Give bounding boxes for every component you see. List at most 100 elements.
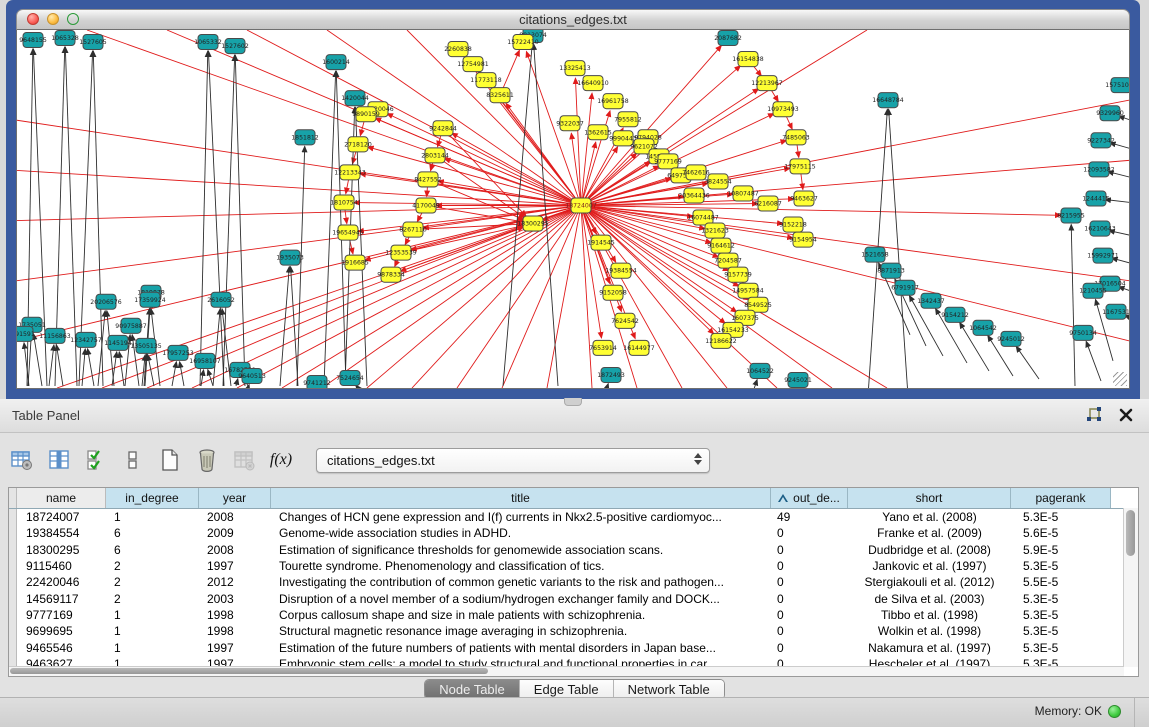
graph-node[interactable]: 9648155 — [19, 33, 47, 48]
delete-rows-button[interactable] — [193, 446, 221, 474]
graph-node[interactable]: 1145194 — [104, 335, 132, 350]
graph-node[interactable]: 16961758 — [597, 94, 629, 109]
graph-node[interactable]: 16648784 — [872, 93, 904, 108]
graph-node[interactable]: 12754981 — [457, 57, 489, 72]
graph-node[interactable]: 9154954 — [789, 232, 817, 247]
graph-node[interactable]: 2087682 — [714, 31, 742, 46]
graph-node[interactable]: 8215955 — [1057, 208, 1085, 223]
graph-node[interactable]: 16144977 — [623, 340, 655, 355]
graph-node[interactable]: 1521658 — [861, 247, 889, 262]
graph-node[interactable]: 2718120 — [344, 137, 372, 152]
delete-table-button[interactable] — [230, 446, 258, 474]
graph-node[interactable]: 12353539 — [385, 245, 417, 260]
new-file-button[interactable] — [156, 446, 184, 474]
table-select-dropdown[interactable]: citations_edges.txt — [316, 448, 710, 473]
table-row[interactable]: 2242004622012Investigating the contribut… — [9, 574, 1138, 590]
graph-node[interactable]: 1167531 — [1102, 304, 1129, 319]
graph-node[interactable]: 1872493 — [597, 367, 625, 382]
graph-node[interactable]: 2616052 — [207, 292, 235, 307]
network-graph[interactable]: 9648155106532815276051065332152760288130… — [17, 30, 1129, 388]
graph-node[interactable]: 1342437 — [917, 293, 945, 308]
column-header-indegree[interactable]: in_degree — [106, 488, 199, 508]
graph-node[interactable]: 9242844 — [429, 121, 457, 136]
graph-node[interactable]: 12213967 — [751, 76, 783, 91]
resize-grip[interactable] — [1113, 372, 1127, 386]
graph-node[interactable]: 15992971 — [1087, 248, 1119, 263]
graph-node[interactable]: 7653914 — [589, 340, 617, 355]
graph-node[interactable]: 1244415 — [1082, 191, 1110, 206]
graph-node[interactable]: 7624542 — [611, 313, 639, 328]
network-canvas[interactable]: 9648155106532815276051065332152760288130… — [16, 30, 1130, 389]
graph-node[interactable]: 1527602 — [221, 39, 249, 54]
graph-node[interactable]: 1916685 — [341, 255, 369, 270]
float-panel-icon[interactable] — [1085, 406, 1103, 424]
horizontal-scrollbar-thumb[interactable] — [10, 668, 488, 674]
graph-node[interactable]: 9164612 — [707, 238, 735, 253]
graph-node[interactable]: 7955812 — [614, 112, 642, 127]
graph-node[interactable]: 9878334 — [377, 267, 405, 282]
panel-collapse-handle[interactable] — [564, 398, 582, 406]
graph-node[interactable]: 9777169 — [654, 154, 682, 169]
graph-node[interactable]: 1420044 — [341, 91, 369, 106]
graph-node[interactable]: 6216087 — [754, 196, 782, 211]
column-header-short[interactable]: short — [848, 488, 1011, 508]
close-window-button[interactable] — [27, 13, 39, 25]
zoom-window-button[interactable] — [67, 13, 79, 25]
column-header-title[interactable]: title — [271, 488, 771, 508]
graph-node[interactable]: 1321623 — [701, 223, 729, 238]
graph-node[interactable]: 4170049 — [412, 198, 440, 213]
graph-node[interactable]: 7204587 — [714, 253, 742, 268]
graph-node[interactable]: 16210643 — [1084, 221, 1116, 236]
graph-node[interactable]: 9227342 — [1087, 133, 1115, 148]
table-row[interactable]: 969969511998Structural magnetic resonanc… — [9, 623, 1138, 639]
selection-mode-button[interactable] — [82, 446, 110, 474]
table-row[interactable]: 1830029562008Estimation of significance … — [9, 542, 1138, 558]
graph-node[interactable]: 8427552 — [414, 172, 442, 187]
graph-node[interactable]: 8871913 — [877, 263, 905, 278]
graph-node[interactable]: 16154838 — [732, 52, 764, 67]
graph-node[interactable]: 6791917 — [891, 280, 919, 295]
close-panel-icon[interactable] — [1117, 406, 1135, 424]
graph-node[interactable]: 11156863 — [39, 328, 71, 343]
function-builder-button[interactable]: f(x) — [267, 446, 295, 474]
vertical-scrollbar[interactable] — [1123, 508, 1138, 667]
graph-node[interactable]: 2803144 — [421, 148, 449, 163]
graph-node[interactable]: 15751074 — [1105, 78, 1129, 93]
graph-node[interactable]: 9890159 — [352, 107, 380, 122]
graph-node[interactable]: 7524654 — [336, 370, 364, 385]
graph-node[interactable]: 3824554 — [704, 174, 732, 189]
graph-node[interactable]: 9463627 — [790, 191, 818, 206]
graph-node[interactable]: 1935073 — [276, 250, 304, 265]
graph-node[interactable]: 9322037 — [556, 116, 584, 131]
table-row[interactable]: 1872400712008Changes of HCN gene express… — [9, 509, 1138, 525]
column-header-pagerank[interactable]: pagerank — [1011, 488, 1111, 508]
graph-node[interactable]: 1600214 — [322, 55, 350, 70]
graph-node[interactable]: 9741212 — [303, 375, 331, 388]
graph-node[interactable]: 2260838 — [444, 42, 472, 57]
graph-node[interactable]: 1810754 — [330, 195, 358, 210]
graph-node[interactable]: 20206576 — [90, 294, 122, 309]
graph-node[interactable]: 1065328 — [51, 31, 79, 46]
graph-node[interactable]: 20364436 — [678, 188, 710, 203]
graph-node[interactable]: 1210455 — [1079, 283, 1107, 298]
column-visibility-button[interactable] — [45, 446, 73, 474]
graph-node[interactable]: 9329960 — [1096, 106, 1124, 121]
graph-node[interactable]: 10807487 — [727, 186, 759, 201]
column-header-year[interactable]: year — [199, 488, 271, 508]
graph-node[interactable]: 9152218 — [779, 217, 807, 232]
graph-node[interactable]: 7485063 — [782, 130, 810, 145]
graph-node[interactable]: 9245012 — [997, 331, 1025, 346]
graph-node[interactable]: 13325413 — [559, 61, 591, 76]
graph-node[interactable]: 9750134 — [1069, 325, 1097, 340]
graph-node[interactable]: 16640910 — [577, 76, 609, 91]
network-window-titlebar[interactable]: citations_edges.txt — [16, 9, 1130, 30]
graph-node[interactable]: 9152058 — [599, 285, 627, 300]
graph-node[interactable]: 1851812 — [291, 130, 319, 145]
graph-node[interactable]: 1064542 — [969, 320, 997, 335]
column-header-outde[interactable]: out_de... — [771, 488, 848, 508]
vertical-scrollbar-thumb[interactable] — [1126, 510, 1135, 556]
column-header-name[interactable]: name — [17, 488, 106, 508]
table-row[interactable]: 977716911998Corpus callosum shape and si… — [9, 607, 1138, 623]
graph-node[interactable]: 391591 — [17, 326, 35, 341]
graph-node[interactable]: 11773118 — [470, 73, 502, 88]
